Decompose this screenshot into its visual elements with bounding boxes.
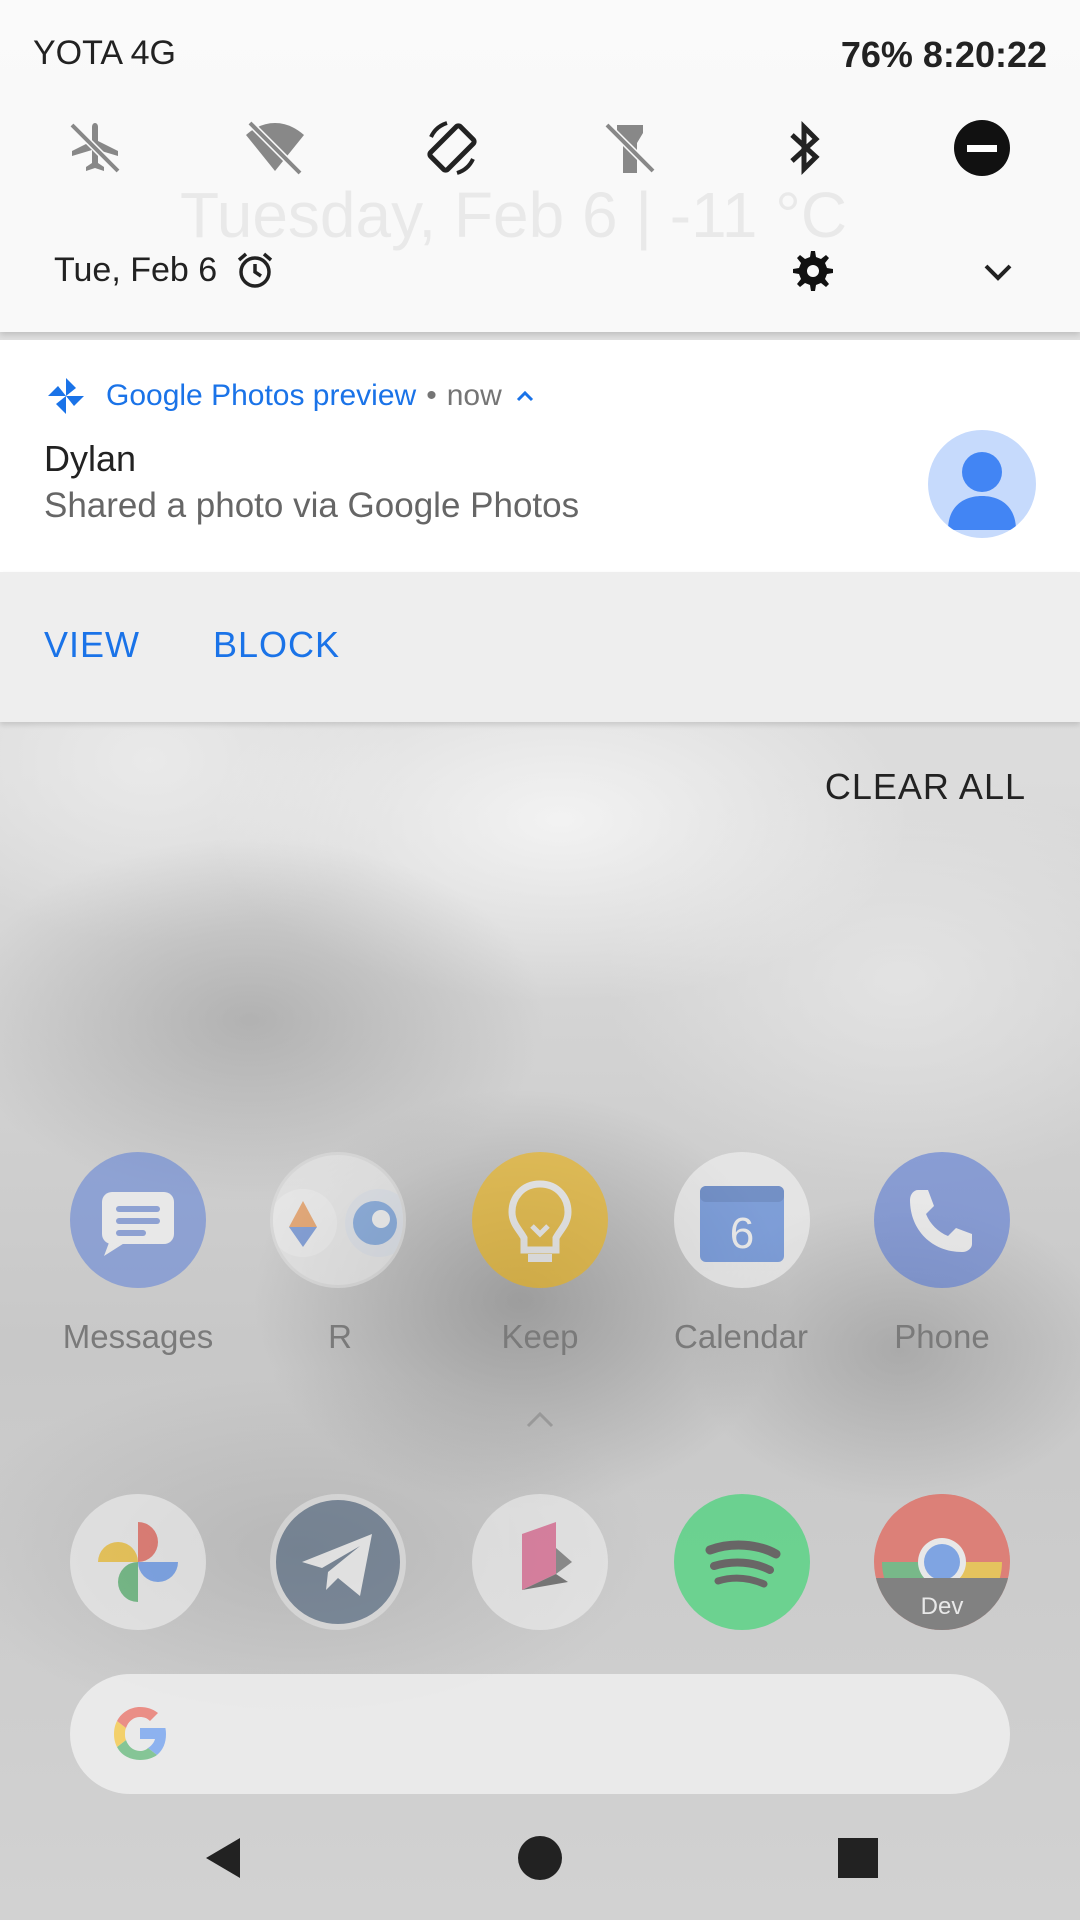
- wifi-off-icon: [246, 120, 304, 176]
- recents-button[interactable]: [836, 1836, 880, 1880]
- app-drawer-chevron-up-icon[interactable]: [520, 1400, 560, 1440]
- phone-app[interactable]: [874, 1152, 1010, 1288]
- notification-title: Dylan: [44, 438, 137, 479]
- calendar-app[interactable]: 6: [674, 1152, 810, 1288]
- app-label-messages: Messages: [62, 1318, 214, 1355]
- telegram-icon: [302, 1534, 372, 1596]
- keep-app[interactable]: [472, 1152, 608, 1288]
- battery-and-clock: 76% 8:20:22: [831, 34, 1047, 76]
- auto-rotate-tile[interactable]: [414, 110, 490, 186]
- battery-percent: 76%: [840, 34, 913, 75]
- notification-separator: •: [426, 379, 437, 412]
- notification-time: now: [446, 379, 502, 412]
- chrome-dev-icon: Dev: [874, 1494, 1010, 1630]
- google-g-icon: [114, 1707, 166, 1760]
- google-photos-small-icon: [48, 378, 84, 414]
- do-not-disturb-tile[interactable]: [944, 110, 1020, 186]
- calendar-day-text: 6: [730, 1209, 754, 1258]
- google-search-bar[interactable]: [70, 1674, 1010, 1794]
- telegram-app[interactable]: [270, 1494, 406, 1630]
- do-not-disturb-icon: [954, 120, 1010, 176]
- background-date-weather: Tuesday, Feb 6 | -11 °C: [180, 179, 848, 251]
- auto-rotate-icon: [427, 121, 477, 175]
- app-label-calendar: Calendar: [674, 1318, 808, 1355]
- bluetooth-tile[interactable]: [767, 110, 843, 186]
- bluetooth-icon: [790, 120, 820, 176]
- spotify-app[interactable]: [674, 1494, 810, 1630]
- shape-app-icon: [522, 1522, 572, 1590]
- clear-all-button[interactable]: CLEAR ALL: [825, 766, 1026, 808]
- back-button[interactable]: [200, 1834, 248, 1882]
- carrier-name: YOTA 4G: [33, 34, 176, 72]
- spotify-icon: [705, 1540, 781, 1588]
- wifi-tile[interactable]: [237, 110, 313, 186]
- lightbulb-icon: [508, 1180, 572, 1262]
- airplane-mode-tile[interactable]: [57, 110, 133, 186]
- shape-app[interactable]: [472, 1494, 608, 1630]
- app-label-phone: Phone: [894, 1318, 990, 1355]
- notification-header: Google Photos preview • now: [44, 374, 538, 418]
- messages-icon: [102, 1192, 174, 1256]
- app-label-keep: Keep: [501, 1318, 579, 1355]
- notification-body: Shared a photo via Google Photos: [44, 486, 580, 525]
- notification-card[interactable]: Google Photos preview • now Dylan Shared…: [0, 340, 1080, 572]
- clock: 8:20:22: [922, 34, 1047, 75]
- google-photos-app[interactable]: [70, 1494, 206, 1630]
- folder-icon: [273, 1189, 403, 1257]
- settings-gear-icon[interactable]: [790, 248, 836, 294]
- flashlight-tile[interactable]: [592, 110, 668, 186]
- quick-settings-panel: Tuesday, Feb 6 | -11 °C YOTA 4G 76% 8:20:…: [0, 0, 1080, 332]
- folder-r-app[interactable]: [270, 1152, 406, 1288]
- person-icon: [948, 452, 1016, 530]
- flashlight-off-icon: [604, 122, 656, 174]
- avatar: [928, 430, 1036, 538]
- date-row: Tue, Feb 6: [54, 245, 275, 295]
- phone-icon: [910, 1190, 972, 1252]
- notification-app-name: Google Photos preview: [106, 379, 417, 412]
- chrome-dev-app[interactable]: Dev: [874, 1494, 1010, 1630]
- quick-settings-tiles: [0, 110, 1080, 186]
- messages-app[interactable]: [70, 1152, 206, 1288]
- airplane-off-icon: [69, 122, 121, 174]
- google-photos-icon: [98, 1522, 178, 1602]
- expand-chevron-down-icon[interactable]: [976, 250, 1020, 294]
- block-button[interactable]: BLOCK: [213, 624, 340, 666]
- home-button[interactable]: [516, 1834, 564, 1882]
- view-button[interactable]: VIEW: [44, 624, 140, 666]
- collapse-chevron-up-icon[interactable]: [512, 383, 538, 409]
- chrome-dev-badge: Dev: [921, 1593, 964, 1620]
- calendar-icon: 6: [700, 1186, 784, 1262]
- app-label-r: R: [328, 1318, 352, 1355]
- date-text[interactable]: Tue, Feb 6: [54, 251, 217, 290]
- notification-actions: VIEW BLOCK: [0, 572, 1080, 722]
- alarm-icon[interactable]: [235, 250, 275, 290]
